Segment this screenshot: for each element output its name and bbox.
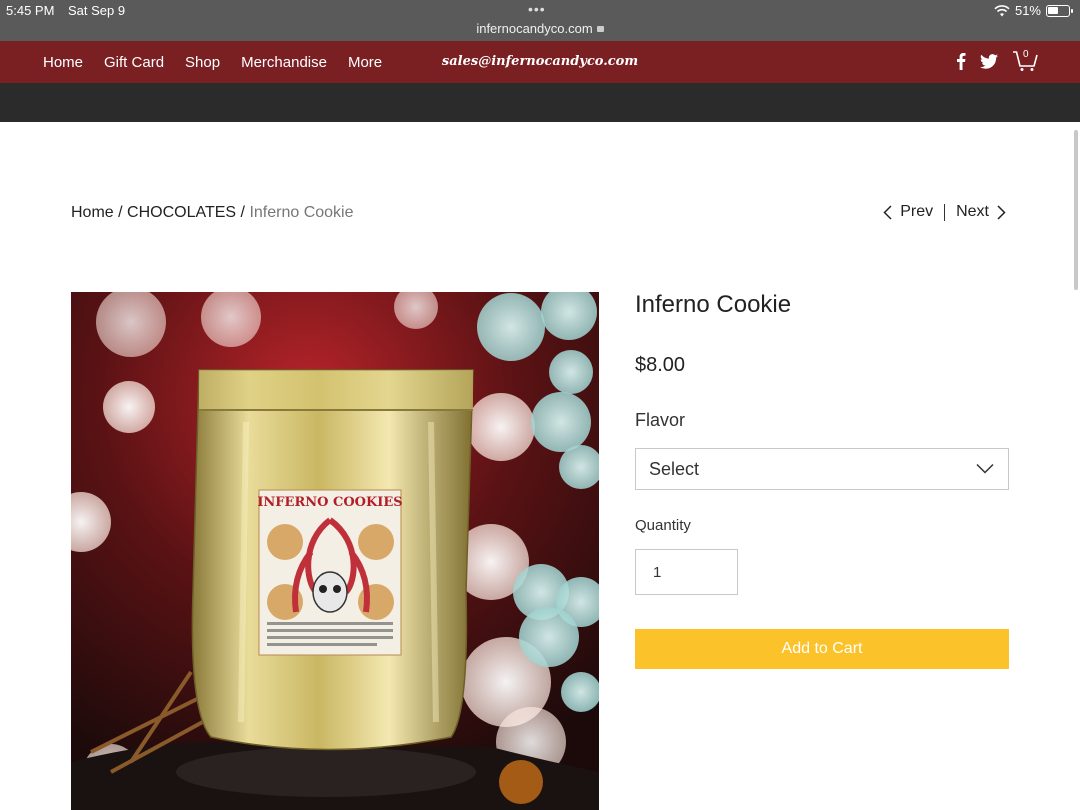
main-nav: Home Gift Card Shop Merchandise More xyxy=(43,41,403,83)
twitter-icon[interactable] xyxy=(980,53,998,69)
breadcrumb-home[interactable]: Home xyxy=(71,204,114,221)
chevron-left-icon xyxy=(883,204,892,220)
product-photo: INFERNO COOKIES xyxy=(71,292,599,810)
breadcrumb-category[interactable]: CHOCOLATES xyxy=(127,204,236,221)
product-label-text: INFERNO COOKIES xyxy=(257,495,402,510)
next-label: Next xyxy=(956,203,989,220)
quantity-input[interactable] xyxy=(635,549,738,595)
breadcrumb: Home / CHOCOLATES / Inferno Cookie xyxy=(71,204,354,222)
address-bar[interactable]: infernocandyco.com xyxy=(0,21,1080,36)
facebook-icon[interactable] xyxy=(956,52,966,70)
status-bar: 5:45 PM Sat Sep 9 ••• infernocandyco.com… xyxy=(0,0,1080,41)
status-indicators: 51% xyxy=(994,3,1073,18)
chevron-down-icon xyxy=(976,463,994,474)
product-image[interactable]: INFERNO COOKIES xyxy=(71,292,599,810)
cart-count: 0 xyxy=(1023,49,1029,60)
nav-home[interactable]: Home xyxy=(43,54,83,71)
multitask-dots-icon[interactable]: ••• xyxy=(528,1,546,17)
breadcrumb-separator: / xyxy=(113,204,128,221)
flavor-select-value: Select xyxy=(649,459,700,479)
nav-merchandise[interactable]: Merchandise xyxy=(241,54,327,71)
status-date: Sat Sep 9 xyxy=(68,3,126,18)
wifi-icon xyxy=(994,4,1010,16)
pager-divider xyxy=(944,203,946,221)
flavor-select[interactable]: Select xyxy=(635,448,1009,490)
status-time: 5:45 PM xyxy=(6,3,55,18)
product-title: Inferno Cookie xyxy=(635,291,792,318)
nav-more[interactable]: More xyxy=(348,54,382,71)
page-scrollbar[interactable] xyxy=(1074,130,1078,290)
product-pager: Prev Next xyxy=(883,203,1006,221)
add-to-cart-button[interactable]: Add to Cart xyxy=(635,629,1009,669)
chevron-right-icon xyxy=(997,204,1006,220)
cart-button[interactable]: 0 xyxy=(1012,49,1038,72)
breadcrumb-current: Inferno Cookie xyxy=(249,204,354,221)
nav-shop[interactable]: Shop xyxy=(185,54,220,71)
next-link[interactable]: Next xyxy=(956,203,1006,221)
header-email-link[interactable]: sales@infernocandyco.com xyxy=(442,54,638,69)
lock-icon xyxy=(596,26,604,32)
battery-icon xyxy=(1046,4,1073,17)
prev-link[interactable]: Prev xyxy=(883,203,933,221)
battery-percent: 51% xyxy=(1014,3,1041,18)
breadcrumb-separator: / xyxy=(236,204,250,221)
header-actions: 0 xyxy=(956,49,1038,72)
flavor-label: Flavor xyxy=(635,410,686,430)
prev-label: Prev xyxy=(900,203,934,220)
quantity-label: Quantity xyxy=(635,517,691,534)
nav-gift-card[interactable]: Gift Card xyxy=(104,54,164,71)
url-text: infernocandyco.com xyxy=(476,21,593,36)
product-price: $8.00 xyxy=(635,354,686,376)
site-header: Home Gift Card Shop Merchandise More sal… xyxy=(0,41,1080,83)
header-strip xyxy=(0,83,1080,122)
